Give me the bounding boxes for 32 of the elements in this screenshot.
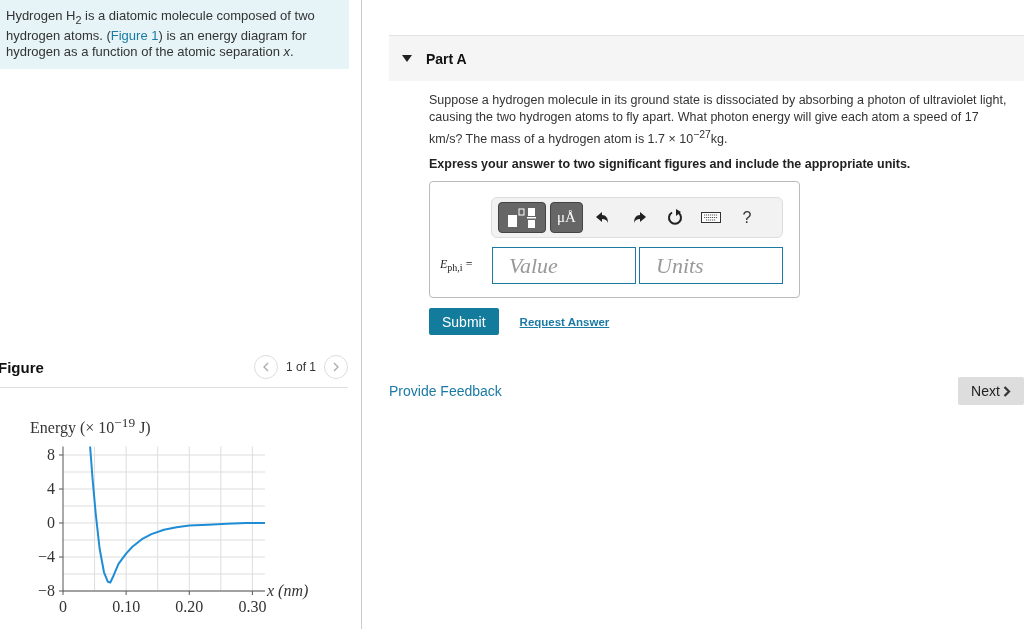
request-answer-link[interactable]: Request Answer: [519, 315, 610, 328]
figure-link[interactable]: Figure 1: [110, 27, 159, 43]
tick-label: 0: [59, 598, 67, 615]
feedback-link[interactable]: Provide Feedback: [389, 383, 502, 400]
tick-label: 8: [47, 446, 55, 463]
axis-title: x (nm): [267, 582, 309, 599]
tick-label: 0.10: [112, 598, 141, 615]
part-header[interactable]: Part A: [389, 35, 1024, 81]
instruction-text: Express your answer to two significant figures and include the appropriate units.: [429, 157, 912, 172]
value-input[interactable]: Value: [492, 247, 636, 285]
tick-label: −4: [37, 548, 55, 565]
units-button[interactable]: μÅ: [550, 202, 583, 234]
tick-label: 0.30: [238, 598, 267, 615]
units-input[interactable]: Units: [639, 247, 783, 285]
tick-label: 0.20: [175, 598, 204, 615]
templates-icon: [506, 206, 538, 229]
tick-label: −8: [37, 582, 55, 599]
chevron-right-icon: [1002, 385, 1011, 397]
next-button[interactable]: Next: [958, 377, 1024, 406]
templates-button[interactable]: [498, 202, 546, 234]
answer-label: E$_{ph,i}$ =: [440, 257, 474, 274]
submit-button[interactable]: Submit: [429, 308, 499, 336]
chevron-left-icon: [261, 362, 270, 372]
part-title: Part A: [426, 50, 467, 67]
help-button[interactable]: ?: [731, 202, 763, 234]
question-text: Suppose a hydrogen molecule in its ground state is dissociated by absorbing a photon of ultraviolet light, causing the two hydrogen atoms to fly apart. What photon energy will give each atom a speed of 17 km/s? The mass of a hydrogen atom is 1.7 × 10$^{−27}$kg.: [429, 92, 1008, 149]
page-counter: 1 of 1: [285, 360, 316, 374]
chevron-right-icon: [332, 362, 340, 372]
intro-text: Hydrogen H$_{2}$ is a diatomic molecule composed of two hydrogen atoms. (Figure 1) is an energy diagram for hydrogen as a function of the atomic separation x.: [6, 8, 316, 60]
axis-title: Energy (× 10$^{−19}$ J): [30, 415, 151, 435]
tick-label: 0: [47, 514, 55, 531]
tick-label: 4: [47, 480, 55, 497]
